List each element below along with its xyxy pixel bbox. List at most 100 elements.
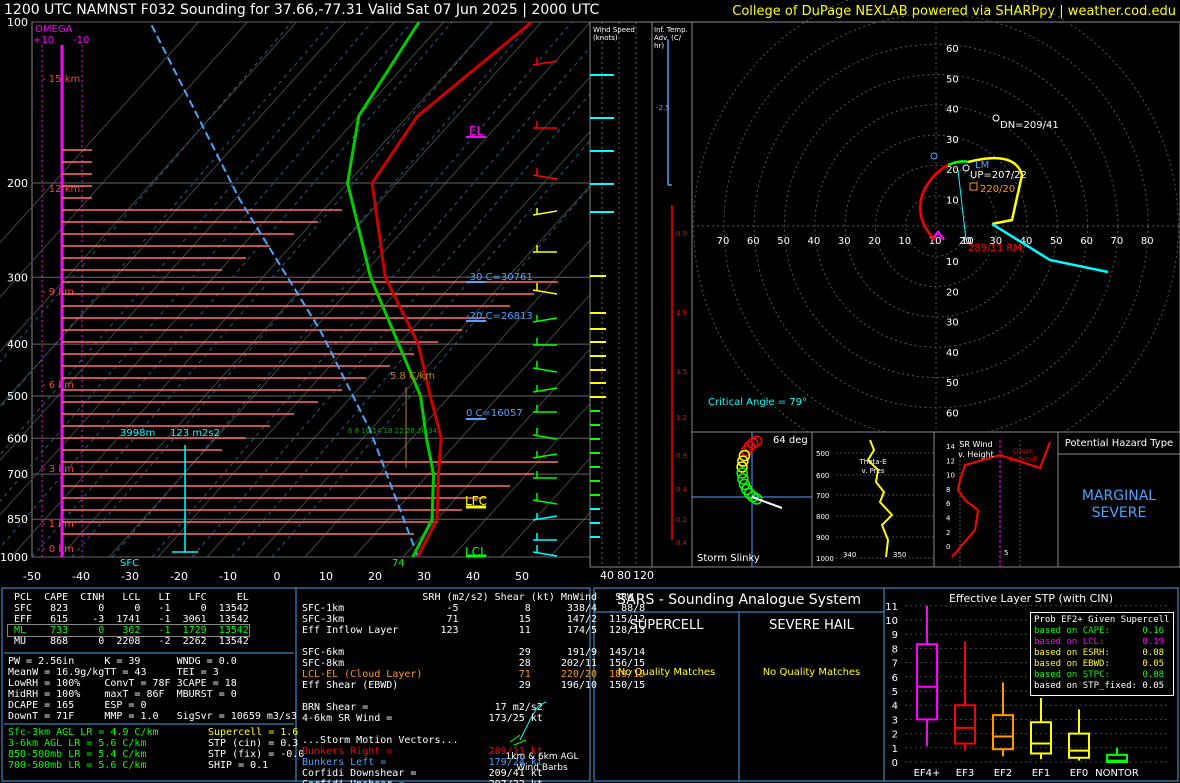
tempadv-panel: -2.5 0.9 1.9 1.5 1.2 0.9 0.4 0.2 0.4 [651,21,693,568]
kin-vector: Bunkers Right = 289/11 kt [302,746,543,757]
pressure-tick-label: 500 [7,390,28,403]
hodo-x-tick: 80 [1141,236,1154,247]
parcel-header: PCL CAPE CINH LCL LI LFC EL [8,592,249,603]
indices-table: PW = 2.56in K = 39 WNDG = 0.0 MeanW = 16.… [8,656,297,722]
hazard-title: Potential Hazard Type [1064,438,1174,449]
stp-category-label: EF4+ [914,768,941,779]
lapse-label: 5.8 C/km [390,371,435,382]
sfc-temp: 74 [392,558,405,569]
hodo-rm: 289/11 RM [968,243,1022,254]
hodo-y-tick: 60 [946,409,959,420]
ta-value: 1.9 [676,309,687,317]
kin-vector: Bunkers Left = 179/24 kt [302,757,543,768]
hodo-x-tick: 50 [1050,236,1063,247]
kin-spacer [302,724,645,735]
parcel-row: MU 868 0 2208 -2 2262 13542 [8,636,249,647]
thetae-tick: 800 [816,513,829,521]
stp-category-label: EF3 [956,768,974,779]
m20-label: -20 C=26813 [466,311,533,322]
stp-box [916,643,938,721]
srwind-tick: 12 [946,457,955,465]
thetae-tick: 700 [816,492,829,500]
temp-tick-label: 20 [368,570,382,583]
temp-tick-label: 10 [319,570,333,583]
hodo-x-tick: 10 [898,236,911,247]
ta-value: -2.5 [656,104,670,112]
tempadv-title: Inf. Temp. Adv. (C/ hr) [654,26,688,50]
stp-y-tick: 10 [885,616,898,627]
temp-tick-label: -50 [23,570,41,583]
omega-tick-pos: +10 [33,35,55,46]
pressure-tick-label: 200 [7,177,28,190]
ta-value: 0.4 [676,486,688,494]
index-row: PW = 2.56in K = 39 WNDG = 0.0 [8,656,237,667]
kin-vector: Corfidi Upshear = 207/22 kt [302,779,645,783]
omega-tick-neg: -10 [73,35,90,46]
eil-depth: 3998m [120,428,156,439]
lapse-row: 850-500mb LR = 5.4 C/km [8,749,147,760]
hodo-y-tick: 10 [946,196,959,207]
pressure-tick-label: 700 [7,468,28,481]
pressure-tick-label: 1000 [0,551,28,564]
hodo-y-tick: 40 [946,348,959,359]
sars-supercell: SUPERCELL [629,618,704,633]
pressure-tick-label: 300 [7,271,28,284]
index-row: DownT = 71F MMP = 1.0 SigSvr = 10659 m3/… [8,711,297,722]
hodo-x-tick: 60 [747,236,760,247]
kin-spacer [302,636,645,647]
temp-tick-label: -30 [121,570,139,583]
pressure-tick-label: 100 [7,16,28,29]
stp-box [1030,721,1052,755]
srwind-tick: 10 [946,472,955,480]
thetae-label: Theta-E v. Pres [859,458,887,475]
sfc-label: SFC [120,558,140,569]
lapse-row: 3-6km AGL LR = 5.6 C/km [8,738,147,749]
sars-title: SARS - Sounding Analogue System [617,592,861,608]
temp-tick-label: 40 [466,570,480,583]
thetae-xt1: 340 [843,551,857,559]
hodo-up: UP=207/22 [970,170,1027,181]
composite-row: STP (cin) = 0.3 [208,738,299,749]
srwind-tick: 14 [946,443,955,451]
sars-supercell-result: No Quality Matches [617,667,716,678]
prob-row: based on ESRH: 0.08 [1034,648,1165,658]
stp-box [992,714,1014,751]
hodo-y-tick: 30 [946,318,959,329]
height-label: - 0 km [42,544,74,555]
slinky-angle: 64 deg [773,435,808,446]
stp-y-tick: 7 [892,659,898,670]
hodo-x-tick: 20 [868,236,881,247]
ta-value: 0.9 [676,230,687,238]
thetae-tick: 600 [816,472,829,480]
stp-category-label: EF2 [994,768,1012,779]
stp-y-tick: 1 [892,744,898,755]
parcel-row: ML 733 0 362 -1 1729 13542 [7,624,250,637]
eil-srh: 123 m2s2 [170,428,220,439]
stp-title: Effective Layer STP (with CIN) [948,592,1114,605]
barbs-label: 1km & 6km AGL Wind Barbs [505,752,579,773]
slinky-title: Storm Slinky [697,553,760,564]
hodo-y-tick: 10 [946,257,959,268]
prob-row: based on CAPE: 0.16 [1034,626,1165,636]
stp-y-tick: 4 [892,701,898,712]
stp-category-label: NONTOR [1095,768,1139,779]
thetae-tick: 500 [816,450,829,458]
srwind-tick: 8 [946,486,950,494]
sars-hail: SEVERE HAIL [769,618,854,633]
kin-spacer [302,691,645,702]
ta-value: 0.9 [676,452,687,460]
srwind-tick: 4 [946,515,951,523]
height-label: - 1 km [42,519,74,530]
stp-prob-box: Prob EF2+ Given Supercell based on CAPE: … [1030,612,1174,696]
parcel-row: EFF 615 -3 1741 -1 3061 13542 [8,614,249,625]
srwind-tick: 0 [946,543,950,551]
pressure-tick-label: 850 [7,513,28,526]
lapse-row: 700-500mb LR = 5.6 C/km [8,760,147,771]
lcl-label: LCL [465,545,487,559]
ta-value: 0.4 [676,539,688,547]
ws-tick-120: 120 [633,569,654,582]
windspeed-title: Wind Speed (knots) [593,26,635,42]
hodo-y-tick: 30 [946,135,959,146]
hodo-x-tick: 70 [1111,236,1124,247]
ta-value: 1.5 [676,368,687,376]
